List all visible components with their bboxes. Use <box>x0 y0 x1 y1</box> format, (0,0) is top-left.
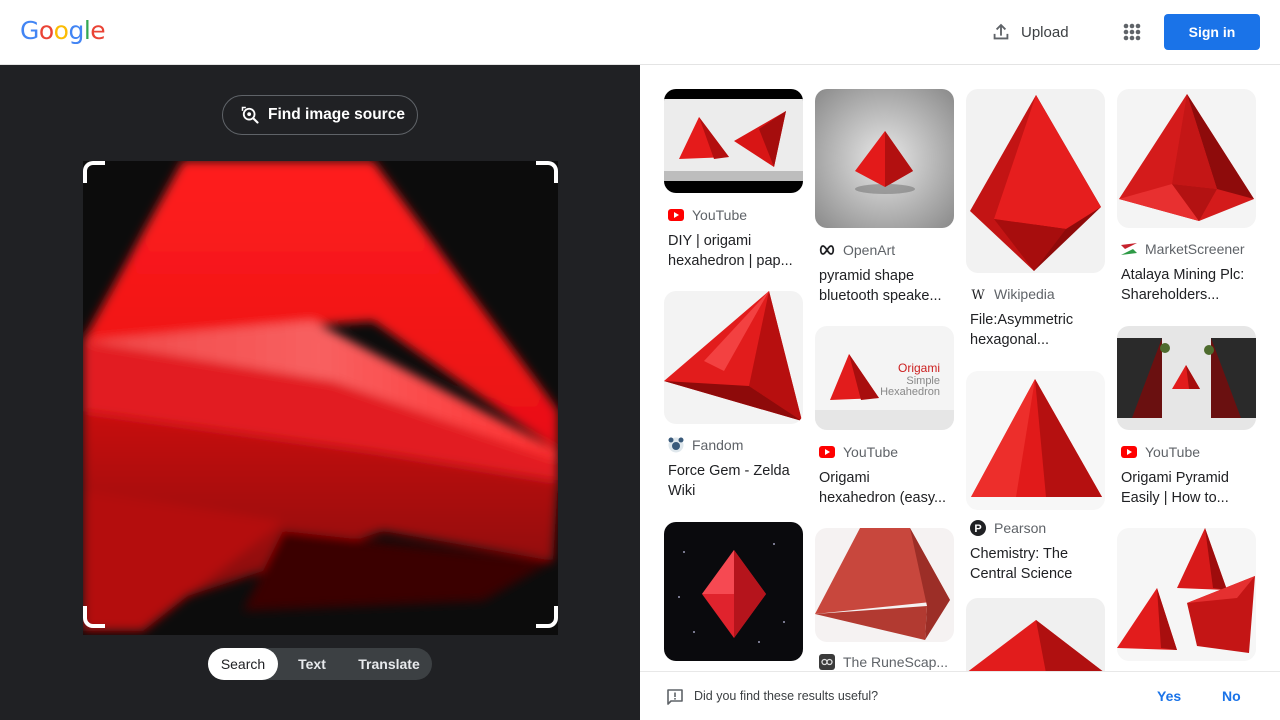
source-name: Wikipedia <box>994 286 1055 302</box>
title-line: Force Gem - Zelda <box>668 463 790 479</box>
result-thumbnail[interactable] <box>1117 89 1256 228</box>
title-line: pyramid shape <box>819 268 915 284</box>
find-image-source-button[interactable]: Find image source <box>222 95 418 135</box>
result-source: W Wikipedia <box>970 286 1055 302</box>
lens-panel: Find image source Search Text Translate <box>0 65 640 720</box>
result-thumbnail[interactable] <box>664 291 803 424</box>
logo-letter: e <box>90 16 106 45</box>
logo-letter: g <box>68 16 84 45</box>
result-thumbnail[interactable] <box>1117 528 1256 661</box>
title-line: bluetooth speake... <box>819 288 942 304</box>
result-source: YouTube <box>1121 444 1200 460</box>
youtube-icon <box>819 444 835 460</box>
logo-letter: o <box>38 16 54 45</box>
title-line: File:Asymmetric <box>970 312 1074 328</box>
title-line: Atalaya Mining Plc: <box>1121 267 1245 283</box>
logo-letter: o <box>53 16 69 45</box>
openart-icon <box>819 242 835 258</box>
result-title[interactable]: DIY | origami hexahedron | pap... <box>668 231 800 271</box>
thumb-text-line: Origami <box>898 361 940 375</box>
result-source: YouTube <box>668 207 747 223</box>
result-thumbnail[interactable] <box>1117 326 1256 430</box>
result-title[interactable]: pyramid shape bluetooth speake... <box>819 266 951 306</box>
fandom-icon <box>668 437 684 453</box>
upload-label: Upload <box>1021 23 1069 41</box>
source-name: YouTube <box>1145 444 1201 460</box>
result-title[interactable]: Chemistry: The Central Science <box>970 544 1102 584</box>
feedback-yes-button[interactable]: Yes <box>1157 688 1181 704</box>
result-thumbnail[interactable] <box>966 598 1105 671</box>
result-thumbnail[interactable] <box>664 89 803 193</box>
feedback-icon <box>667 689 683 705</box>
source-name: Pearson <box>994 520 1047 536</box>
crop-handle-bottom-right[interactable] <box>536 606 558 628</box>
result-thumbnail[interactable]: Origami Simple Hexahedron <box>815 326 954 430</box>
title-line: DIY | origami <box>668 233 752 249</box>
title-line: Shareholders... <box>1121 287 1220 303</box>
result-thumbnail[interactable] <box>664 522 803 661</box>
youtube-icon <box>1121 444 1137 460</box>
result-thumbnail[interactable] <box>966 371 1105 510</box>
crop-handle-top-right[interactable] <box>536 161 558 183</box>
thumb-text-line: Hexahedron <box>880 386 940 398</box>
lens-search-icon <box>241 106 259 124</box>
result-source: OpenArt <box>819 242 895 258</box>
result-title[interactable]: Force Gem - Zelda Wiki <box>668 461 800 501</box>
title-line: hexahedron (easy... <box>819 490 947 506</box>
result-title[interactable]: Origami hexahedron (easy... <box>819 468 951 508</box>
find-image-source-label: Find image source <box>268 106 405 123</box>
source-name: YouTube <box>692 207 748 223</box>
result-thumbnail[interactable] <box>815 89 954 228</box>
source-name: The RuneScap... <box>843 654 949 670</box>
result-title[interactable]: Atalaya Mining Plc: Shareholders... <box>1121 265 1253 305</box>
lens-mode-switcher: Search Text Translate <box>208 648 432 680</box>
logo-letter: G <box>20 16 39 45</box>
upload-icon <box>993 23 1009 40</box>
result-source: MarketScreener <box>1121 241 1245 257</box>
title-line: hexahedron | pap... <box>668 253 793 269</box>
feedback-question: Did you find these results useful? <box>694 689 879 703</box>
result-thumbnail[interactable] <box>966 89 1105 273</box>
crop-handle-top-left[interactable] <box>83 161 105 183</box>
result-source: Fandom <box>668 437 743 453</box>
pearson-icon: P <box>970 520 986 536</box>
marketscreener-icon <box>1121 241 1137 257</box>
title-line: Wiki <box>668 483 696 499</box>
visual-matches-grid: YouTube DIY | origami hexahedron | pap..… <box>640 65 1280 671</box>
result-title[interactable]: File:Asymmetric hexagonal... <box>970 310 1102 350</box>
query-image[interactable] <box>83 161 558 635</box>
svg-text:P: P <box>974 523 981 535</box>
result-title[interactable]: Origami Pyramid Easily | How to... <box>1121 468 1253 508</box>
wikipedia-icon: W <box>970 286 986 302</box>
upload-button[interactable]: Upload <box>990 18 1069 46</box>
source-name: Fandom <box>692 437 744 453</box>
source-name: YouTube <box>843 444 899 460</box>
source-name: OpenArt <box>843 242 896 258</box>
youtube-icon <box>668 207 684 223</box>
feedback-bar: Did you find these results useful? Yes N… <box>640 671 1280 720</box>
result-source: The RuneScap... <box>819 654 948 670</box>
runescape-icon <box>819 654 835 670</box>
svg-text:W: W <box>971 288 985 301</box>
result-source: P Pearson <box>970 520 1046 536</box>
title-line: Origami Pyramid <box>1121 470 1229 486</box>
crop-handle-bottom-left[interactable] <box>83 606 105 628</box>
apps-grid-icon <box>1123 23 1141 41</box>
sign-in-button[interactable]: Sign in <box>1164 14 1260 50</box>
title-line: Origami <box>819 470 870 486</box>
apps-grid-button[interactable] <box>1118 18 1146 46</box>
google-logo[interactable]: Google <box>20 16 106 45</box>
result-thumbnail[interactable] <box>815 528 954 642</box>
title-line: Easily | How to... <box>1121 490 1229 506</box>
result-source: YouTube <box>819 444 898 460</box>
title-line: Chemistry: The <box>970 546 1069 562</box>
feedback-no-button[interactable]: No <box>1222 688 1241 704</box>
top-bar: Google Upload Sign in <box>0 0 1280 65</box>
mode-translate-tab[interactable]: Translate <box>346 648 432 680</box>
source-name: MarketScreener <box>1145 241 1245 257</box>
title-line: Central Science <box>970 566 1073 582</box>
title-line: hexagonal... <box>970 332 1050 348</box>
mode-text-tab[interactable]: Text <box>278 648 346 680</box>
mode-search-tab[interactable]: Search <box>208 648 278 680</box>
